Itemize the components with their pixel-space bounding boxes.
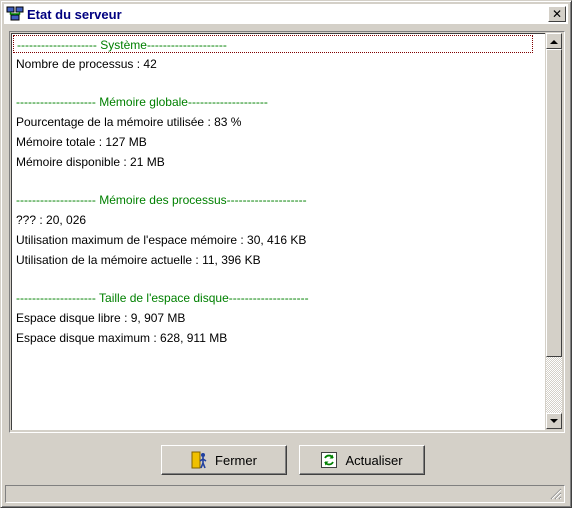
list-item[interactable]: Utilisation de la mémoire actuelle : 11,… [16, 251, 261, 269]
list-item[interactable]: Mémoire totale : 127 MB [16, 133, 147, 151]
vertical-scrollbar[interactable] [546, 33, 562, 429]
list-item[interactable]: Espace disque maximum : 628, 911 MB [16, 329, 227, 347]
list-item[interactable]: ??? : 20, 026 [16, 211, 86, 229]
fermer-button[interactable]: Fermer [161, 445, 287, 475]
refresh-icon [321, 452, 338, 468]
list-item[interactable]: Utilisation maximum de l'espace mémoire … [16, 231, 306, 249]
section-header[interactable]: -------------------- Système------------… [13, 35, 533, 53]
section-header[interactable]: -------------------- Mémoire globale----… [16, 93, 268, 111]
list-item[interactable]: Pourcentage de la mémoire utilisée : 83 … [16, 113, 241, 131]
status-listbox[interactable]: -------------------- Système------------… [11, 33, 545, 430]
title-bar[interactable]: Etat du serveur ✕ [4, 4, 568, 24]
scrollbar-thumb[interactable] [546, 49, 562, 357]
door-exit-icon [191, 451, 207, 469]
close-window-button[interactable]: ✕ [548, 6, 566, 22]
status-list-frame: -------------------- Système------------… [9, 31, 565, 433]
section-header[interactable]: -------------------- Taille de l'espace … [16, 289, 309, 307]
scroll-up-button[interactable] [546, 33, 562, 49]
status-bar [5, 485, 565, 503]
scroll-down-button[interactable] [546, 413, 562, 429]
arrow-up-icon [550, 39, 558, 44]
list-item[interactable]: Nombre de processus : 42 [16, 55, 157, 73]
arrow-down-icon [550, 418, 558, 423]
list-item[interactable]: Mémoire disponible : 21 MB [16, 153, 165, 171]
actualiser-button[interactable]: Actualiser [299, 445, 425, 475]
section-header[interactable]: -------------------- Mémoire des process… [16, 191, 307, 209]
resize-grip-icon[interactable] [550, 488, 562, 500]
server-network-icon [6, 6, 24, 21]
server-status-window: Etat du serveur ✕ -------------------- S… [0, 0, 572, 508]
list-item[interactable]: Espace disque libre : 9, 907 MB [16, 309, 185, 327]
window-title: Etat du serveur [27, 6, 122, 22]
fermer-label: Fermer [215, 452, 257, 468]
close-icon: ✕ [551, 7, 563, 21]
actualiser-label: Actualiser [345, 452, 403, 468]
